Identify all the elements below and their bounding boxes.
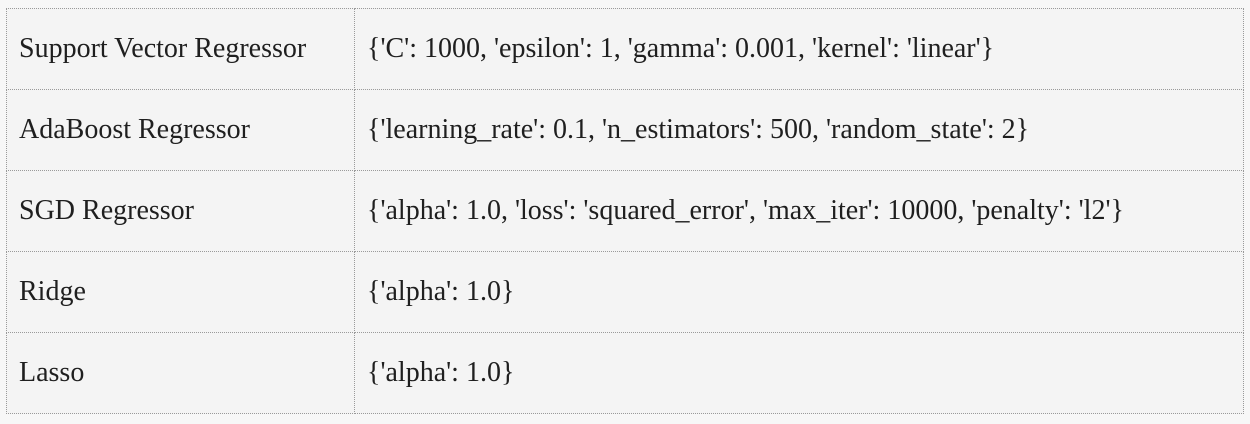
model-params-cell: {'alpha': 1.0}: [354, 251, 1244, 333]
table-row: SGD Regressor {'alpha': 1.0, 'loss': 'sq…: [6, 170, 1244, 252]
model-params-cell: {'alpha': 1.0}: [354, 332, 1244, 414]
page-container: Support Vector Regressor {'C': 1000, 'ep…: [0, 0, 1250, 424]
model-name-cell: SGD Regressor: [6, 170, 355, 252]
table-row: Lasso {'alpha': 1.0}: [6, 332, 1244, 414]
model-name-cell: Support Vector Regressor: [6, 8, 355, 90]
model-params-cell: {'alpha': 1.0, 'loss': 'squared_error', …: [354, 170, 1244, 252]
table-row: Support Vector Regressor {'C': 1000, 'ep…: [6, 8, 1244, 90]
model-params-cell: {'C': 1000, 'epsilon': 1, 'gamma': 0.001…: [354, 8, 1244, 90]
model-name-cell: Lasso: [6, 332, 355, 414]
table-row: Ridge {'alpha': 1.0}: [6, 251, 1244, 333]
model-name-cell: Ridge: [6, 251, 355, 333]
table-row: AdaBoost Regressor {'learning_rate': 0.1…: [6, 89, 1244, 171]
model-name-cell: AdaBoost Regressor: [6, 89, 355, 171]
model-params-cell: {'learning_rate': 0.1, 'n_estimators': 5…: [354, 89, 1244, 171]
table-body: Support Vector Regressor {'C': 1000, 'ep…: [6, 8, 1244, 414]
model-params-table: Support Vector Regressor {'C': 1000, 'ep…: [6, 8, 1244, 414]
